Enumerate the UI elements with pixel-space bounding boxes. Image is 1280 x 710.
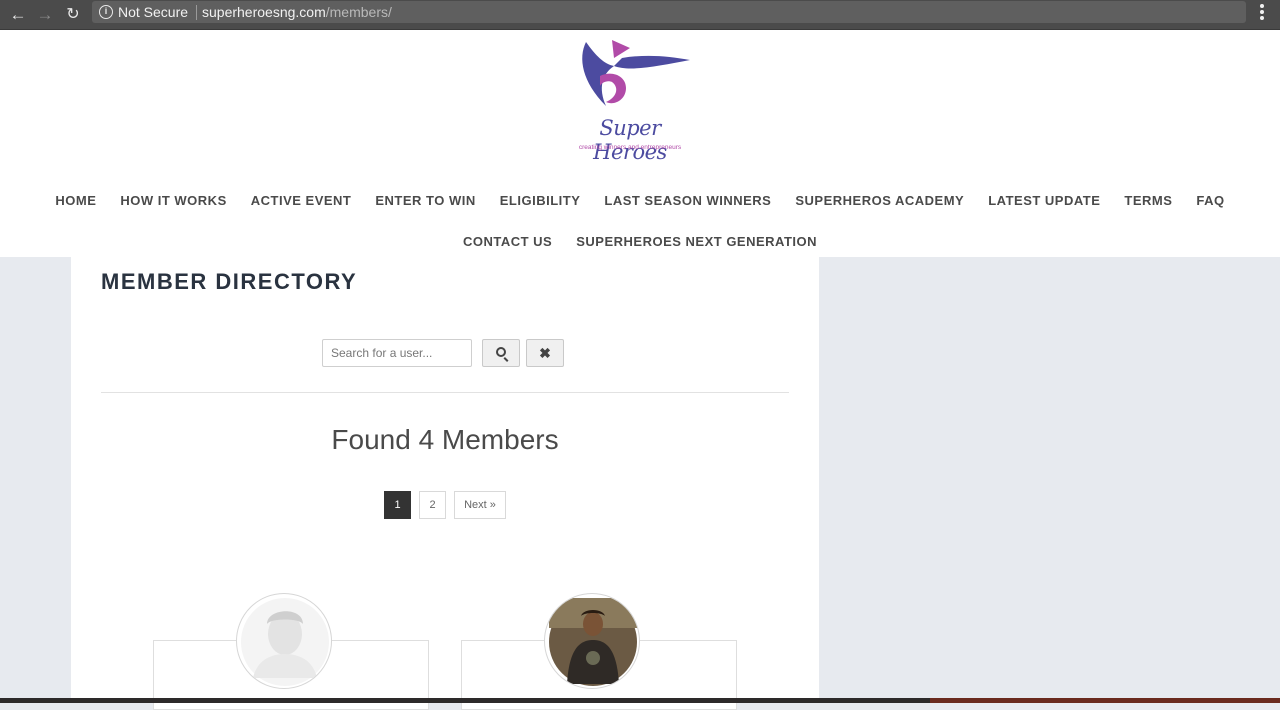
members-count-heading: Found 4 Members [331,424,559,455]
nav-active-event[interactable]: ACTIVE EVENT [251,193,352,208]
nav-latest-update[interactable]: LATEST UPDATE [988,193,1100,208]
back-arrow-icon[interactable]: ← [7,4,29,26]
forward-arrow-icon[interactable]: → [34,4,56,26]
url-text[interactable]: superheroesng.com/members/ [202,4,392,20]
nav-how-it-works[interactable]: HOW IT WORKS [120,193,226,208]
address-bar[interactable]: i Not Secure superheroesng.com/members/ … [92,1,1246,23]
logo-tagline: creating winners and entrepreneurs [578,144,682,151]
search-button[interactable] [482,339,520,367]
pagination-next[interactable]: Next » [454,491,506,519]
pagination-page-2[interactable]: 2 [419,491,446,519]
search-icon [496,347,506,357]
bottom-strip [0,698,1280,703]
nav-contact-us[interactable]: CONTACT US [463,234,552,249]
close-icon: ✖ [539,345,551,361]
nav-superheros-academy[interactable]: SUPERHEROS ACADEMY [795,193,964,208]
superhero-logo-icon [582,40,690,106]
member-directory-panel: MEMBER DIRECTORY ✖ Found 4 Members 1 2 N… [71,257,819,710]
site-logo[interactable]: Super Heroes creating winners and entrep… [560,36,700,164]
main-navigation: HOME HOW IT WORKS ACTIVE EVENT ENTER TO … [0,180,1280,262]
browser-menu-icon[interactable] [1256,4,1268,26]
member-photo-icon [549,598,637,686]
security-label: Not Secure [118,4,189,20]
url-separator [196,5,197,20]
nav-row-secondary: CONTACT US SUPERHEROES NEXT GENERATION [0,221,1280,262]
nav-superheroes-next-generation[interactable]: SUPERHEROES NEXT GENERATION [576,234,817,249]
member-avatar-photo[interactable] [544,593,640,689]
nav-last-season-winners[interactable]: LAST SEASON WINNERS [604,193,771,208]
page-title: MEMBER DIRECTORY [101,269,358,294]
site-header: Super Heroes creating winners and entrep… [0,30,1280,257]
member-avatar-default[interactable] [236,593,332,689]
user-search-input[interactable] [322,339,472,367]
nav-enter-to-win[interactable]: ENTER TO WIN [375,193,475,208]
nav-faq[interactable]: FAQ [1196,193,1224,208]
nav-terms[interactable]: TERMS [1124,193,1172,208]
clear-search-button[interactable]: ✖ [526,339,564,367]
nav-home[interactable]: HOME [55,193,96,208]
reload-icon[interactable]: ↻ [62,4,84,26]
pagination-page-1[interactable]: 1 [384,491,411,519]
logo-title: Super Heroes [593,116,667,164]
user-silhouette-icon [241,598,329,686]
nav-eligibility[interactable]: ELIGIBILITY [500,193,581,208]
nav-row-primary: HOME HOW IT WORKS ACTIVE EVENT ENTER TO … [0,180,1280,221]
divider [101,392,789,393]
info-icon[interactable]: i [99,5,113,19]
browser-toolbar: ← → ↻ i Not Secure superheroesng.com/mem… [0,0,1280,30]
